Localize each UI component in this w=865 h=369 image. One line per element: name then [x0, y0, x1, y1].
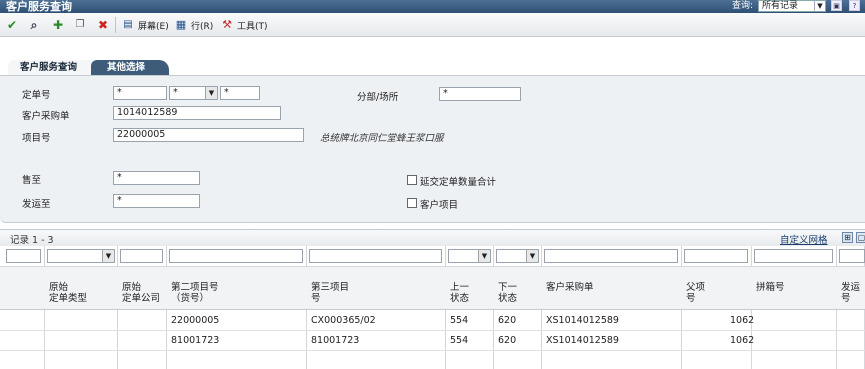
toolbar-separator: [115, 17, 116, 33]
column-header-select[interactable]: [0, 266, 45, 310]
window-title: 客户服务查询: [6, 0, 72, 13]
help-icon[interactable]: ?: [849, 0, 860, 11]
backorder-total-label: 延交定单数量合计: [420, 177, 497, 188]
column-header-last-status[interactable]: 上一 状态: [446, 266, 494, 310]
order-number-input[interactable]: *: [113, 86, 167, 100]
qbe-filter-input[interactable]: [169, 249, 303, 263]
query-select-value: 所有记录: [762, 1, 799, 11]
add-button[interactable]: ✚: [51, 17, 65, 33]
cell-parent-number: 1062: [730, 315, 755, 326]
qbe-filter-select[interactable]: ▼: [496, 249, 539, 263]
column-header-second-item-number[interactable]: 第二项目号 （货号）: [167, 266, 307, 310]
ship-to-input[interactable]: *: [113, 194, 200, 208]
chevron-down-icon: ▼: [526, 250, 538, 262]
row-menu-label: 行(R): [191, 21, 214, 32]
cell-third-item-number: 81001723: [311, 335, 360, 346]
qbe-filter-input[interactable]: [6, 249, 41, 263]
column-header-original-order-company[interactable]: 原始 定单公司: [118, 266, 167, 310]
order-company-input[interactable]: *: [220, 86, 260, 100]
item-description: 总统牌北京同仁堂蜂王浆口服: [320, 133, 444, 144]
qbe-filter-input[interactable]: [684, 249, 748, 263]
title-bar: 客户服务查询 查询: 所有记录 ▼ ▣ ?: [0, 0, 865, 13]
query-label: 查询:: [732, 1, 754, 11]
item-number-label: 项目号: [22, 133, 51, 144]
cell-third-item-number: CX000365/02: [311, 315, 376, 326]
grid-options-icon[interactable]: ▢: [856, 232, 865, 243]
cell-second-item-number: 81001723: [171, 335, 220, 346]
chevron-down-icon: ▼: [814, 1, 825, 11]
sold-to-label: 售至: [22, 175, 42, 186]
row-menu-button[interactable]: ▦ 行(R): [174, 17, 213, 33]
column-header-third-item-number[interactable]: 第三项目 号: [307, 266, 446, 310]
column-header-original-order-type[interactable]: 原始 定单类型: [45, 266, 118, 310]
tab-customer-service-inquiry[interactable]: 客户服务查询: [8, 60, 92, 75]
delete-x-icon: ✖: [97, 18, 109, 32]
tools-menu-button[interactable]: ⚒ 工具(T): [220, 17, 268, 33]
plus-icon: ✚: [52, 18, 64, 32]
table-row[interactable]: 22000005 CX000365/02 554 620 XS101401258…: [0, 311, 865, 331]
sold-to-input[interactable]: *: [113, 171, 200, 185]
order-type-value: *: [173, 87, 178, 98]
copy-icon: ❐: [75, 19, 85, 30]
column-header-next-status[interactable]: 下一 状态: [494, 266, 542, 310]
item-number-input[interactable]: 22000005: [113, 128, 304, 142]
toolbar: ✔ ⌕ ✚ ❐ ✖ ▤ 屏幕(E) ▦ 行(R) ⚒ 工具(T): [0, 13, 865, 37]
qbe-filter-input[interactable]: [309, 249, 442, 263]
tools-menu-label: 工具(T): [237, 21, 268, 32]
customer-po-input[interactable]: 1014012589: [113, 106, 281, 120]
table-row[interactable]: 81001723 81001723 554 620 XS1014012589 1…: [0, 331, 865, 351]
column-header-customer-po[interactable]: 客户采购单: [542, 266, 682, 310]
cell-customer-po: XS1014012589: [546, 315, 619, 326]
customize-grid-link[interactable]: 自定义网格: [780, 232, 828, 246]
customer-po-label: 客户采购单: [22, 111, 70, 122]
column-header-parent-number[interactable]: 父项 号: [682, 266, 752, 310]
ship-to-label: 发运至: [22, 199, 51, 210]
chevron-down-icon: ▼: [478, 250, 490, 262]
qbe-filter-input[interactable]: [544, 249, 678, 263]
cell-last-status: 554: [450, 315, 469, 326]
export-icon[interactable]: ⊞: [842, 232, 853, 243]
cell-next-status: 620: [498, 315, 517, 326]
screen-menu-label: 屏幕(E): [138, 21, 169, 32]
record-count: 记录 1 - 3: [10, 235, 54, 246]
qbe-filter-input[interactable]: [839, 249, 865, 263]
query-select[interactable]: 所有记录 ▼: [758, 0, 826, 12]
branch-plant-input[interactable]: *: [439, 87, 521, 101]
search-icon: ⌕: [30, 18, 38, 32]
qbe-filter-input[interactable]: [120, 249, 163, 263]
screen-icon: ▤: [123, 19, 133, 30]
tab-other-selection[interactable]: 其他选择: [91, 60, 169, 75]
chevron-down-icon: ▼: [102, 250, 114, 262]
order-number-label: 定单号: [22, 90, 51, 101]
cell-second-item-number: 22000005: [171, 315, 220, 326]
grid-rows-icon: ▦: [175, 18, 187, 31]
copy-button[interactable]: ❐: [73, 17, 87, 33]
order-type-select[interactable]: * ▼: [169, 86, 218, 100]
chevron-down-icon: ▼: [205, 87, 217, 99]
cell-last-status: 554: [450, 335, 469, 346]
find-button[interactable]: ⌕: [27, 17, 41, 33]
customer-item-label: 客户项目: [420, 200, 459, 211]
branch-plant-label: 分部/场所: [357, 92, 399, 103]
cell-customer-po: XS1014012589: [546, 335, 619, 346]
tab-strip: 客户服务查询 其他选择: [0, 58, 865, 75]
column-header-consolidation-number[interactable]: 拼箱号: [752, 266, 837, 310]
screen-menu-button[interactable]: ▤ 屏幕(E): [121, 17, 169, 33]
tools-icon: ⚒: [222, 18, 232, 31]
backorder-total-checkbox[interactable]: [407, 175, 417, 185]
qbe-filter-input[interactable]: [754, 249, 833, 263]
filter-form-panel: 定单号 * * ▼ * 分部/场所 * 客户采购单 1014012589 项目号…: [0, 75, 865, 223]
results-grid: ▼ ▼ ▼ 原始 定单类型 原始 定单公司 第二项目号 （货号） 第三项目 号 …: [0, 246, 865, 369]
cell-next-status: 620: [498, 335, 517, 346]
qbe-filter-select[interactable]: ▼: [47, 249, 115, 263]
customer-item-checkbox[interactable]: [407, 198, 417, 208]
qbe-filter-select[interactable]: ▼: [448, 249, 491, 263]
checkmark-icon: ✔: [6, 18, 18, 32]
delete-button[interactable]: ✖: [96, 17, 110, 33]
save-query-icon[interactable]: ▣: [831, 0, 842, 11]
column-header-shipment-number[interactable]: 发运 号: [837, 266, 865, 310]
grid-header-bar: 记录 1 - 3 自定义网格 ⊞ ▢: [0, 229, 865, 246]
cell-parent-number: 1062: [730, 335, 755, 346]
ok-button[interactable]: ✔: [5, 17, 19, 33]
